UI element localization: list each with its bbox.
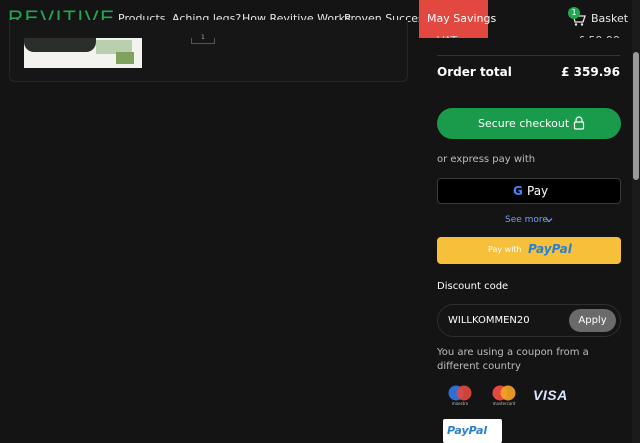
paypal-button[interactable]: Pay with PayPal: [437, 237, 621, 264]
quantity-selector[interactable]: 1: [191, 34, 215, 44]
paypal-wordmark: PayPal: [528, 242, 572, 256]
see-more-link[interactable]: See more: [505, 215, 548, 225]
maestro-label: maestro: [451, 401, 469, 406]
discount-code-label: Discount code: [437, 281, 509, 292]
secure-checkout-label: Secure checkout: [478, 117, 570, 130]
lock-icon: [573, 116, 585, 130]
basket-label: Basket: [591, 12, 629, 25]
summary-divider: [437, 55, 620, 56]
apply-button[interactable]: Apply: [569, 309, 616, 332]
product-image: [24, 38, 142, 68]
visa-icon: VISA: [533, 387, 568, 403]
paypal-badge-icon: PayPal: [443, 419, 502, 443]
express-pay-label: or express pay with: [437, 154, 536, 165]
mastercard-label: mastercard: [492, 401, 516, 406]
discount-code-field[interactable]: WILLKOMMEN20 Apply: [437, 304, 621, 337]
paypal-badge-text: PayPal: [447, 424, 488, 437]
google-pay-label: Pay: [527, 184, 549, 198]
coupon-country-note: You are using a coupon from a different …: [437, 347, 589, 372]
quantity-value: 1: [201, 34, 205, 41]
google-g-icon: G: [513, 184, 523, 198]
basket-count-badge: 1: [568, 7, 580, 19]
order-total-value: £ 359.96: [561, 65, 620, 79]
order-total-label: Order total: [437, 65, 512, 79]
scrollbar-thumb[interactable]: [633, 52, 639, 180]
nav-may-savings[interactable]: May Savings: [419, 0, 496, 38]
paypal-prefix: Pay with: [488, 245, 522, 254]
secure-checkout-button[interactable]: Secure checkout: [437, 108, 621, 139]
google-pay-button[interactable]: G Pay: [437, 178, 621, 204]
chevron-down-icon[interactable]: [545, 216, 553, 224]
summary-clip: [420, 38, 632, 46]
cart-item-card: 1: [9, 20, 408, 82]
discount-code-value[interactable]: WILLKOMMEN20: [448, 315, 530, 326]
